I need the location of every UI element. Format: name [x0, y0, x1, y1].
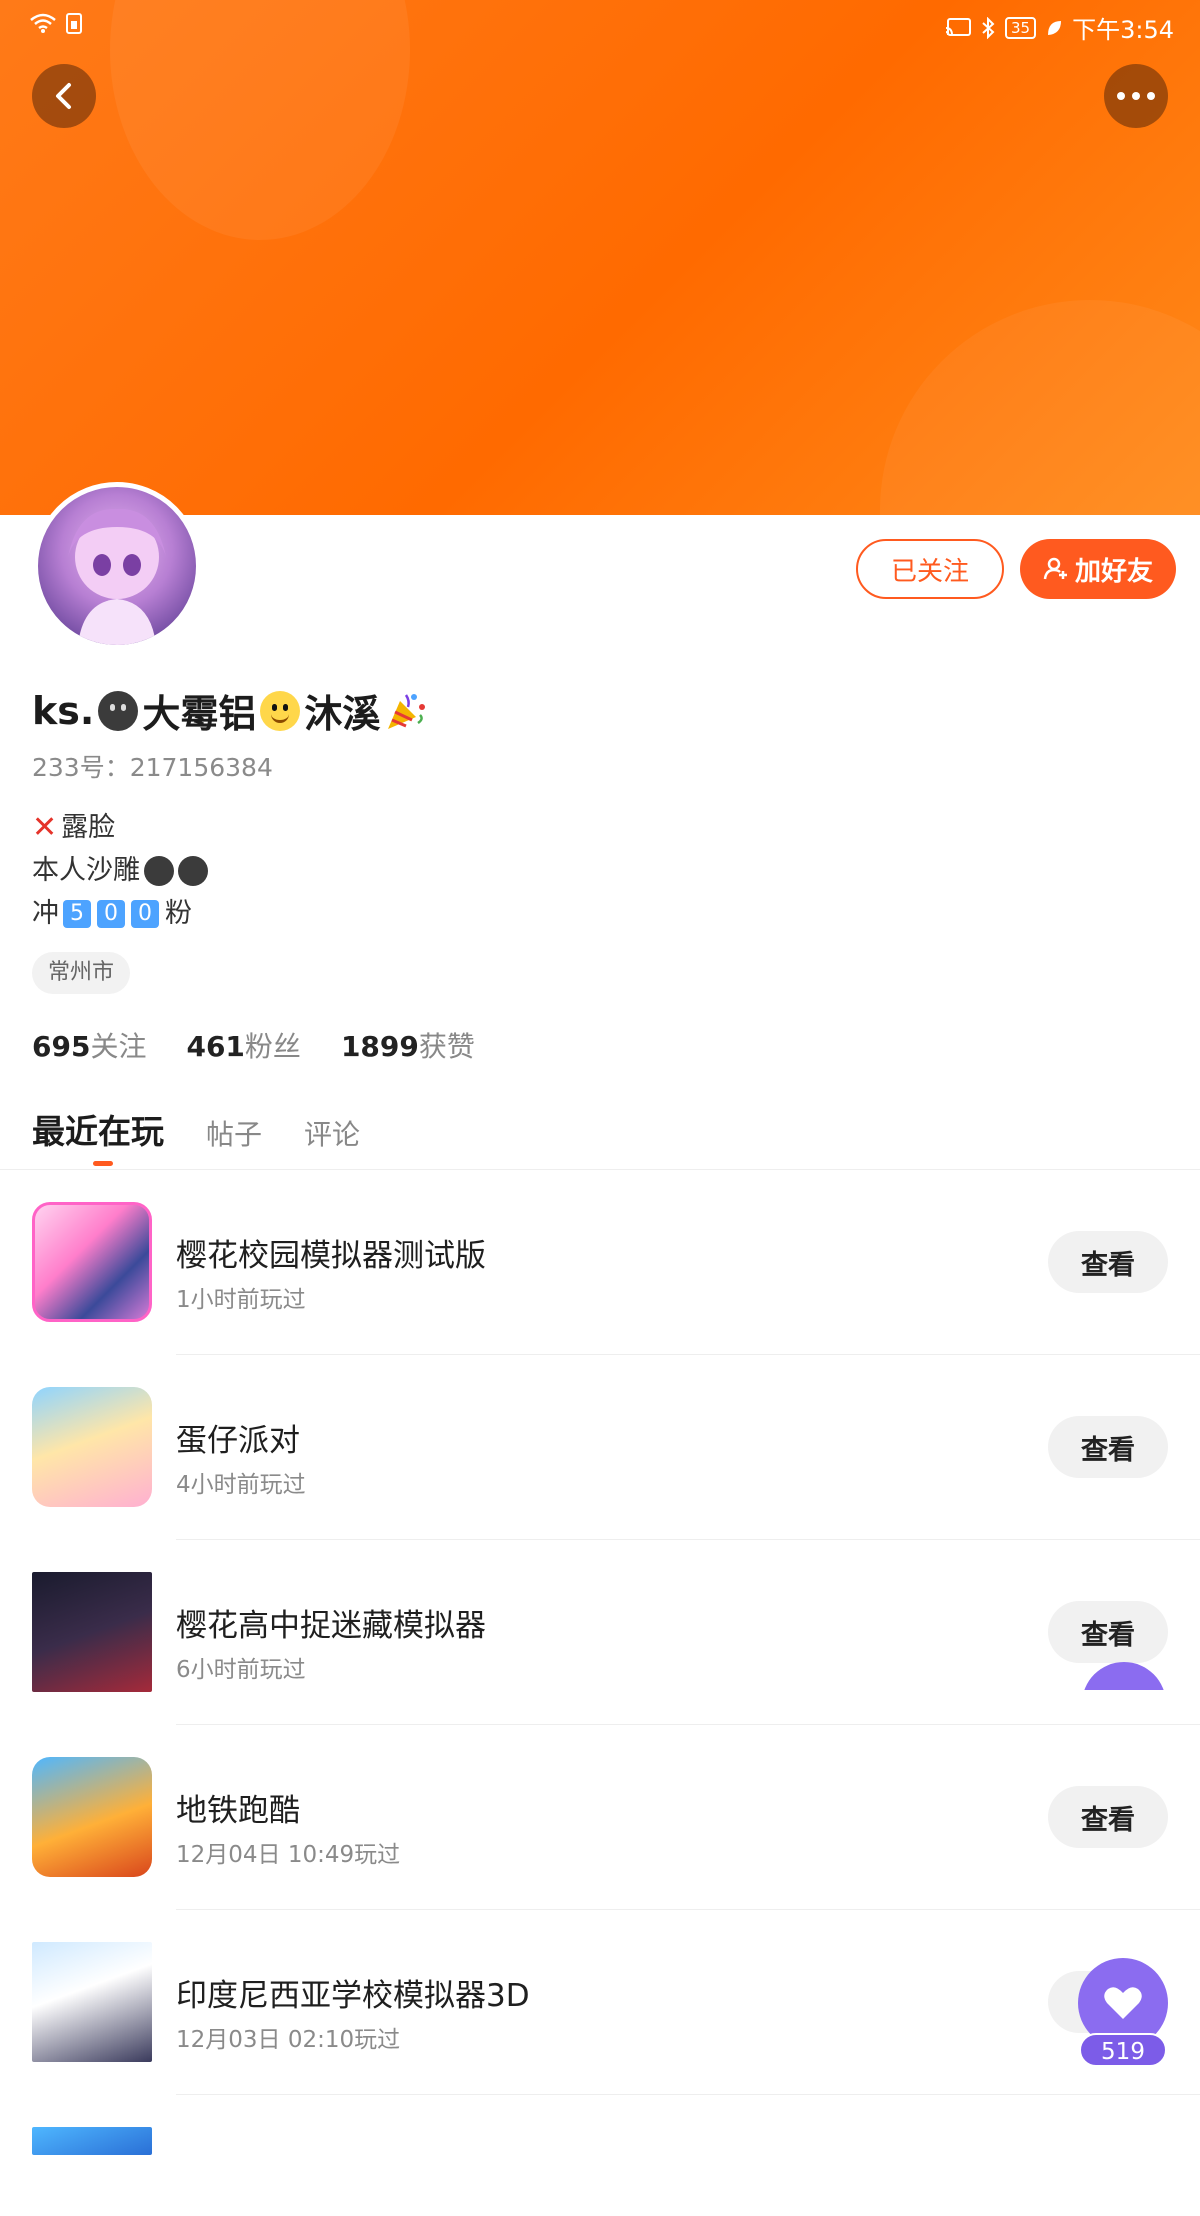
name-text: ks. — [32, 688, 95, 733]
avatar-image — [68, 508, 166, 645]
tab-comments[interactable]: 评论 — [304, 1113, 360, 1153]
dark-face-emoji-icon — [98, 690, 139, 731]
list-item[interactable]: 印度尼西亚学校模拟器3D 12月03日 02:10玩过 查看 — [0, 1910, 1200, 2095]
battery-indicator: 35 — [1005, 16, 1037, 39]
leaf-icon — [1048, 20, 1062, 35]
dark-face-emoji-icon — [178, 855, 208, 886]
avatar[interactable] — [33, 482, 201, 650]
game-icon — [32, 1387, 152, 1507]
game-title: 地铁跑酷 — [176, 1793, 300, 1829]
tab-active-indicator — [93, 1161, 113, 1166]
list-item[interactable] — [0, 2095, 1200, 2155]
city-tag: 常州市 — [32, 952, 131, 994]
name-text: 沐溪 — [304, 692, 381, 736]
game-icon — [32, 1202, 152, 1322]
stat-label: 粉丝 — [244, 1030, 301, 1063]
banner-decoration — [880, 300, 1200, 515]
heart-icon — [1104, 1987, 1142, 2019]
smile-emoji-icon — [260, 690, 301, 731]
stat-likes[interactable]: 1899获赞 — [341, 1025, 475, 1065]
game-played-time: 1小时前玩过 — [176, 1287, 306, 1313]
status-bar: 35 下午3:54 — [0, 0, 1200, 50]
list-item[interactable]: 樱花校园模拟器测试版 1小时前玩过 查看 — [0, 1170, 1200, 1355]
stat-label: 获赞 — [418, 1030, 475, 1063]
profile-tabs: 最近在玩 帖子 评论 — [32, 1105, 360, 1153]
status-left — [30, 12, 82, 34]
game-played-time: 12月03日 02:10玩过 — [176, 2027, 401, 2053]
wifi-icon — [30, 13, 56, 33]
profile-banner: 35 下午3:54 — [0, 0, 1200, 515]
more-dots-icon — [1117, 92, 1155, 100]
bio-text: 本人沙雕 — [32, 855, 140, 886]
keycap-digit: 5 — [63, 899, 91, 928]
bio-text: 冲 — [32, 898, 59, 929]
add-friend-button[interactable]: 加好友 — [1020, 539, 1176, 599]
bluetooth-icon — [982, 16, 995, 39]
list-item[interactable]: 樱花高中捉迷藏模拟器 6小时前玩过 查看 — [0, 1540, 1200, 1725]
list-item[interactable]: 地铁跑酷 12月04日 10:49玩过 查看 — [0, 1725, 1200, 1910]
profile-stats: 695关注 461粉丝 1899获赞 — [32, 1025, 475, 1065]
party-popper-icon — [388, 693, 426, 729]
status-time: 下午3:54 — [1072, 16, 1174, 44]
chevron-left-icon — [56, 83, 71, 109]
tab-recently-played[interactable]: 最近在玩 — [32, 1105, 164, 1153]
game-icon — [32, 2127, 152, 2155]
cross-mark-icon: ✕ — [32, 810, 58, 845]
game-icon — [32, 1757, 152, 1877]
game-title: 印度尼西亚学校模拟器3D — [176, 1978, 530, 2014]
status-right: 35 下午3:54 — [945, 10, 1174, 45]
stat-number: 1899 — [340, 1030, 419, 1063]
add-friend-label: 加好友 — [1074, 556, 1153, 587]
user-id: 233号：217156384 — [32, 753, 273, 782]
following-button[interactable]: 已关注 — [856, 539, 1004, 599]
view-button[interactable]: 查看 — [1048, 1601, 1168, 1663]
recent-games-list: 樱花校园模拟器测试版 1小时前玩过 查看 蛋仔派对 4小时前玩过 查看 樱花高中… — [0, 1170, 1200, 2155]
game-icon — [32, 1572, 152, 1692]
dark-face-emoji-icon — [144, 855, 174, 886]
stat-number: 695 — [32, 1030, 91, 1063]
stat-number: 461 — [186, 1030, 245, 1063]
view-button[interactable]: 查看 — [1048, 1786, 1168, 1848]
list-item[interactable]: 蛋仔派对 4小时前玩过 查看 — [0, 1355, 1200, 1540]
game-title: 樱花高中捉迷藏模拟器 — [176, 1608, 486, 1644]
bio-line: 本人沙雕 — [32, 849, 208, 892]
profile-page: 35 下午3:54 已关注 加好友 ks. 大霉铝 沐溪 233号：217156… — [0, 0, 1200, 2216]
bio-line: ✕ 露脸 — [32, 806, 208, 849]
like-count-badge: 519 — [1079, 2033, 1167, 2067]
profile-name: ks. 大霉铝 沐溪 — [32, 683, 428, 738]
stat-label: 关注 — [90, 1030, 147, 1063]
keycap-digit: 0 — [131, 899, 159, 928]
stat-following[interactable]: 695关注 — [32, 1025, 146, 1065]
name-text: 大霉铝 — [142, 692, 257, 736]
game-title: 蛋仔派对 — [176, 1423, 300, 1459]
game-title: 樱花校园模拟器测试版 — [176, 1238, 486, 1274]
add-user-icon — [1043, 557, 1067, 580]
view-button[interactable]: 查看 — [1048, 1416, 1168, 1478]
bio: ✕ 露脸 本人沙雕 冲 5 0 0 粉 — [32, 806, 208, 935]
tab-posts[interactable]: 帖子 — [206, 1113, 262, 1153]
bio-text: 粉 — [165, 898, 192, 929]
game-played-time: 12月04日 10:49玩过 — [176, 1842, 401, 1868]
game-icon — [32, 1942, 152, 2062]
sim-icon — [66, 13, 82, 34]
stat-fans[interactable]: 461粉丝 — [186, 1025, 300, 1065]
back-button[interactable] — [32, 64, 96, 128]
bio-text: 露脸 — [61, 812, 116, 843]
more-button[interactable] — [1104, 64, 1168, 128]
game-played-time: 6小时前玩过 — [176, 1657, 306, 1683]
view-button[interactable]: 查看 — [1048, 1231, 1168, 1293]
game-played-time: 4小时前玩过 — [176, 1472, 306, 1498]
keycap-digit: 0 — [97, 899, 125, 928]
bio-line: 冲 5 0 0 粉 — [32, 892, 208, 935]
cast-icon — [945, 17, 971, 36]
